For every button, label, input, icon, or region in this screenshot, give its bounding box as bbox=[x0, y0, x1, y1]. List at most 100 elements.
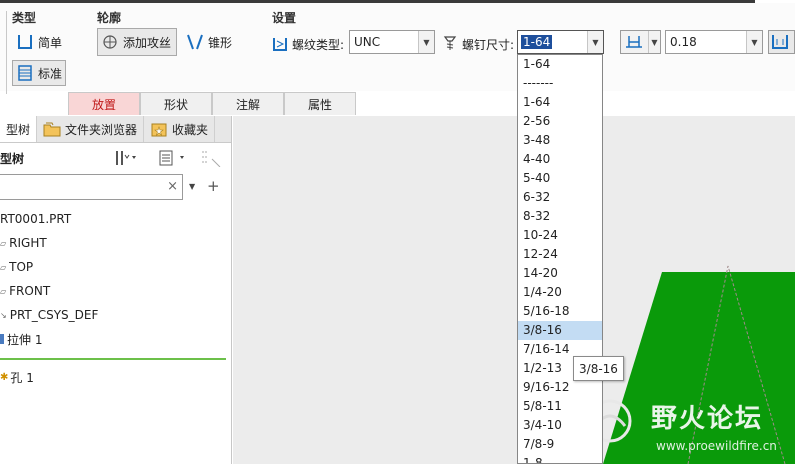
taper-button[interactable]: 锥形 bbox=[183, 30, 235, 54]
tree-item-hole[interactable]: ✱ 孔 1 bbox=[0, 366, 34, 388]
folder-browser-label: 文件夹浏览器 bbox=[65, 122, 138, 137]
thread-type-select[interactable]: UNC ▼ bbox=[349, 30, 435, 54]
standard-hole-icon bbox=[16, 64, 34, 82]
dropdown-item[interactable]: 5/8-11 bbox=[518, 397, 602, 416]
group-title-settings: 设置 bbox=[272, 11, 297, 25]
tree-settings-icon[interactable] bbox=[114, 149, 144, 170]
extrude-icon bbox=[0, 334, 4, 344]
tab-favorites[interactable]: 收藏夹 bbox=[144, 116, 216, 142]
tab-annotation[interactable]: 注解 bbox=[212, 92, 284, 115]
tree-item-label: TOP bbox=[9, 260, 34, 274]
datum-plane-icon: ▱ bbox=[0, 286, 7, 296]
tooltip: 3/8-16 bbox=[573, 356, 624, 381]
simple-hole-label: 简单 bbox=[38, 35, 63, 50]
dropdown-item[interactable]: 3-48 bbox=[518, 131, 602, 150]
ribbon-divider bbox=[6, 11, 7, 94]
hole-feature-icon: ✱ bbox=[0, 371, 9, 383]
dropdown-item[interactable]: 5/16-18 bbox=[518, 302, 602, 321]
model-tree-panel: 型树 文件夹浏览器 收藏夹 型树 × ▼ + RT0001.PRT ▱ RIGH… bbox=[0, 116, 232, 464]
favorites-icon bbox=[150, 121, 168, 137]
screw-size-select[interactable]: 1-64 ▼ bbox=[517, 30, 604, 54]
dropdown-item[interactable]: 1-64 bbox=[518, 93, 602, 112]
dropdown-item[interactable]: 6-32 bbox=[518, 188, 602, 207]
tree-item-csys[interactable]: ↘ PRT_CSYS_DEF bbox=[0, 304, 98, 326]
dropdown-item[interactable]: 1-8 bbox=[518, 454, 602, 463]
depth-flip-icon bbox=[772, 35, 788, 49]
tree-item-front[interactable]: ▱ FRONT bbox=[0, 280, 50, 302]
screw-size-label: 螺钉尺寸: bbox=[462, 38, 515, 52]
dropdown-item[interactable]: 7/8-9 bbox=[518, 435, 602, 454]
add-thread-icon bbox=[101, 33, 119, 51]
close-icon[interactable]: × bbox=[167, 179, 178, 194]
tree-columns-icon[interactable] bbox=[158, 149, 192, 170]
tree-item-label: RT0001.PRT bbox=[0, 212, 72, 226]
insert-here-marker bbox=[0, 358, 226, 360]
simple-hole-icon bbox=[16, 33, 34, 51]
dropdown-item[interactable]: 12-24 bbox=[518, 245, 602, 264]
depth-value: 0.18 bbox=[670, 35, 697, 49]
ribbon: 类型 轮廓 设置 简单 标准 添加攻丝 锥形 螺纹类型: UNC ▼ 螺钉尺寸: bbox=[0, 3, 795, 94]
dropdown-item[interactable]: 5-40 bbox=[518, 169, 602, 188]
tree-item-label: FRONT bbox=[9, 284, 51, 298]
standard-hole-label: 标准 bbox=[38, 66, 63, 81]
add-thread-label: 添加攻丝 bbox=[123, 35, 172, 50]
tree-search-input[interactable]: × bbox=[0, 174, 183, 200]
taper-label: 锥形 bbox=[208, 35, 233, 50]
datum-plane-icon: ▱ bbox=[0, 262, 7, 272]
depth-option-button[interactable]: ▼ bbox=[620, 30, 661, 54]
tree-filter-icon[interactable] bbox=[200, 149, 224, 170]
panel-tabs: 型树 文件夹浏览器 收藏夹 bbox=[0, 116, 231, 143]
screw-size-dropdown: 1-64 ------- 1-64 2-56 3-48 4-40 5-40 6-… bbox=[517, 54, 603, 464]
thread-type-value: UNC bbox=[354, 35, 381, 49]
folder-icon bbox=[43, 121, 61, 137]
add-thread-button[interactable]: 添加攻丝 bbox=[97, 28, 177, 56]
feature-tabs: 放置 形状 注解 属性 bbox=[68, 92, 356, 115]
dropdown-item[interactable]: 8-32 bbox=[518, 207, 602, 226]
tab-folder-browser[interactable]: 文件夹浏览器 bbox=[37, 116, 145, 142]
tree-header: 型树 bbox=[0, 152, 25, 166]
standard-hole-button[interactable]: 标准 bbox=[12, 60, 67, 86]
taper-icon bbox=[186, 33, 204, 51]
simple-hole-button[interactable]: 简单 bbox=[13, 30, 65, 54]
dropdown-item[interactable]: 14-20 bbox=[518, 264, 602, 283]
favorites-label: 收藏夹 bbox=[172, 122, 209, 137]
chevron-down-icon[interactable]: ▼ bbox=[189, 182, 195, 191]
dropdown-item[interactable]: 1-64 bbox=[518, 55, 602, 74]
tree-item-label: 拉伸 1 bbox=[7, 332, 43, 347]
csys-icon: ↘ bbox=[0, 310, 7, 320]
tab-placement[interactable]: 放置 bbox=[68, 92, 140, 115]
tree-item-label: RIGHT bbox=[9, 236, 47, 250]
watermark-text: 野火论坛 bbox=[651, 404, 764, 434]
datum-plane-icon: ▱ bbox=[0, 238, 7, 248]
screw-size-icon bbox=[441, 34, 459, 52]
depth-icon bbox=[626, 35, 642, 48]
depth-value-select[interactable]: 0.18 ▼ bbox=[665, 30, 763, 54]
chevron-down-icon: ▼ bbox=[418, 31, 434, 53]
group-title-type: 类型 bbox=[12, 11, 37, 25]
dropdown-item[interactable]: 10-24 bbox=[518, 226, 602, 245]
flip-depth-button[interactable] bbox=[768, 30, 795, 54]
chevron-down-icon: ▼ bbox=[587, 31, 603, 53]
graphics-canvas[interactable]: 野火论坛 www.proewildfire.cn bbox=[233, 116, 795, 464]
screw-size-value: 1-64 bbox=[521, 35, 553, 49]
tree-item-extrude[interactable]: 拉伸 1 bbox=[0, 328, 42, 350]
tree-item-right[interactable]: ▱ RIGHT bbox=[0, 232, 47, 254]
chevron-down-icon: ▼ bbox=[746, 31, 762, 53]
dropdown-separator: ------- bbox=[523, 76, 554, 90]
dropdown-item[interactable]: 3/4-10 bbox=[518, 416, 602, 435]
dropdown-item[interactable]: 2-56 bbox=[518, 112, 602, 131]
dropdown-item-highlighted[interactable]: 3/8-16 bbox=[518, 321, 602, 340]
add-icon[interactable]: + bbox=[207, 177, 220, 195]
thread-type-icon bbox=[271, 35, 289, 53]
dropdown-item[interactable]: 1/4-20 bbox=[518, 283, 602, 302]
tab-properties[interactable]: 属性 bbox=[284, 92, 356, 115]
tree-item-label: 孔 1 bbox=[10, 370, 34, 385]
tab-shape[interactable]: 形状 bbox=[140, 92, 212, 115]
tab-model-tree[interactable]: 型树 bbox=[0, 116, 38, 142]
tree-item-label: PRT_CSYS_DEF bbox=[9, 308, 99, 322]
group-title-profile: 轮廓 bbox=[97, 11, 122, 25]
dropdown-item[interactable]: 4-40 bbox=[518, 150, 602, 169]
tree-item-part[interactable]: RT0001.PRT bbox=[0, 208, 71, 230]
tree-item-top[interactable]: ▱ TOP bbox=[0, 256, 33, 278]
chevron-down-icon: ▼ bbox=[648, 31, 660, 53]
